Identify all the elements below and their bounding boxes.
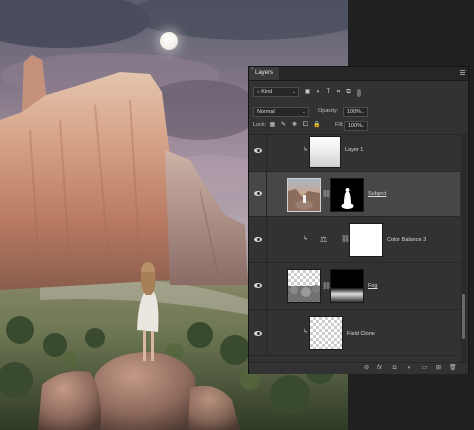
tab-layers-label: Layers bbox=[255, 70, 274, 76]
lock-image-icon[interactable]: ✎ bbox=[280, 122, 287, 129]
add-mask-icon[interactable]: ◘ bbox=[391, 365, 398, 372]
fill-label: Fill: bbox=[335, 122, 344, 128]
opacity-field[interactable]: 100% ⌄ bbox=[343, 107, 368, 117]
color-balance-adjustment-icon: ⚖ bbox=[320, 235, 328, 244]
lock-transparent-icon[interactable]: ▦ bbox=[269, 122, 276, 129]
layers-scrollbar[interactable] bbox=[461, 134, 466, 362]
delete-icon[interactable]: 🗑 bbox=[449, 365, 457, 372]
clipping-arrow-icon: ↳ bbox=[303, 329, 309, 335]
link-layers-icon[interactable]: ⊖ bbox=[363, 365, 370, 372]
moon bbox=[160, 32, 178, 50]
eye-icon[interactable] bbox=[254, 283, 263, 289]
layer-row-fog[interactable]: ⛓ Fog bbox=[249, 263, 460, 310]
layer-name[interactable]: Color Balance 3 bbox=[387, 237, 426, 243]
fog-mask-art bbox=[331, 270, 363, 302]
layers-panel[interactable]: × Layers ⌕ Kind ⌄ ▣ ◑ T ⌗ ⧉ Normal ⌄ Opa… bbox=[248, 66, 469, 374]
adjustment-layer-icon[interactable]: ◐ bbox=[406, 365, 413, 372]
chevron-down-icon: ⌄ bbox=[291, 89, 296, 95]
filter-toggle[interactable] bbox=[357, 89, 361, 97]
layer-row-layer-1[interactable]: ↳ Layer 1 bbox=[249, 134, 460, 172]
clipping-arrow-icon: ↳ bbox=[303, 147, 309, 153]
blend-mode-value: Normal bbox=[257, 109, 275, 115]
chevron-down-icon: ⌄ bbox=[360, 109, 365, 115]
eye-icon[interactable] bbox=[254, 331, 263, 337]
new-layer-icon[interactable]: ⊞ bbox=[435, 365, 442, 372]
subject-thumb-art bbox=[288, 189, 320, 211]
layers-footer: ⊖ fx ◘ ◐ ▭ ⊞ 🗑 bbox=[249, 362, 468, 374]
lock-artboard-icon[interactable]: ⧠ bbox=[302, 122, 309, 129]
smart-object-filter-icon[interactable]: ⧉ bbox=[345, 89, 352, 96]
blend-row: Normal ⌄ Opacity: 100% ⌄ bbox=[249, 106, 468, 117]
layer-row-color-balance-3[interactable]: ↳ ⚖ ⛓ Color Balance 3 bbox=[249, 217, 460, 263]
clipping-arrow-icon: ↳ bbox=[303, 236, 309, 242]
tab-layers[interactable]: × Layers bbox=[249, 66, 280, 80]
layer-thumbnail bbox=[309, 316, 343, 350]
eye-icon[interactable] bbox=[254, 148, 263, 154]
layers-list[interactable]: ↳ Layer 1 ⛓ Subject ↳ ⚖ ⛓ Color Balance … bbox=[249, 134, 460, 362]
layer-name[interactable]: Fog bbox=[368, 283, 377, 289]
panel-tab-bar: × Layers bbox=[249, 66, 468, 81]
lock-position-icon[interactable]: ✥ bbox=[291, 122, 298, 129]
divider bbox=[266, 310, 267, 356]
chevron-down-icon: ⌄ bbox=[301, 109, 306, 115]
tab-close-icon[interactable]: × bbox=[251, 66, 254, 72]
divider bbox=[266, 172, 267, 217]
group-icon[interactable]: ▭ bbox=[421, 365, 428, 372]
divider bbox=[266, 263, 267, 310]
lock-all-icon[interactable]: 🔒 bbox=[313, 122, 320, 129]
layer-name[interactable]: Field Clone bbox=[347, 331, 375, 337]
chevron-down-icon: ⌄ bbox=[360, 123, 365, 129]
adjustment-filter-icon[interactable]: ◑ bbox=[314, 89, 321, 96]
eye-icon[interactable] bbox=[254, 191, 263, 197]
filter-row: ⌕ Kind ⌄ ▣ ◑ T ⌗ ⧉ bbox=[249, 86, 468, 97]
layer-mask-thumbnail[interactable] bbox=[330, 178, 364, 212]
opacity-value: 100% bbox=[347, 109, 362, 115]
fill-field[interactable]: 100% ⌄ bbox=[344, 121, 368, 131]
image-filter-icon[interactable]: ▣ bbox=[304, 89, 311, 96]
layer-mask-thumbnail[interactable] bbox=[349, 223, 383, 257]
layer-thumbnail bbox=[287, 178, 321, 212]
type-filter-icon[interactable]: T bbox=[325, 89, 332, 96]
layer-style-icon[interactable]: fx bbox=[376, 365, 383, 372]
layer-row-subject[interactable]: ⛓ Subject bbox=[249, 172, 460, 217]
opacity-label: Opacity: bbox=[318, 108, 339, 114]
eye-icon[interactable] bbox=[254, 237, 263, 243]
shape-filter-icon[interactable]: ⌗ bbox=[335, 89, 342, 96]
layer-name[interactable]: Subject bbox=[368, 191, 386, 197]
panel-menu-icon[interactable] bbox=[460, 70, 465, 77]
fog-thumb-art bbox=[288, 285, 320, 302]
scrollbar-thumb[interactable] bbox=[462, 294, 465, 339]
lock-label: Lock: bbox=[253, 122, 267, 128]
layer-name[interactable]: Layer 1 bbox=[345, 147, 363, 153]
divider bbox=[266, 217, 267, 263]
filter-kind-select[interactable]: ⌕ Kind ⌄ bbox=[253, 87, 299, 97]
filter-kind-label: Kind bbox=[261, 89, 273, 95]
divider bbox=[266, 134, 267, 172]
layer-row-field-clone[interactable]: ↳ Field Clone bbox=[249, 310, 460, 356]
mask-art bbox=[341, 188, 354, 209]
layer-mask-thumbnail[interactable] bbox=[330, 269, 364, 303]
layer-thumbnail bbox=[309, 136, 341, 168]
layer-thumbnail bbox=[287, 269, 321, 303]
lock-row: Lock: ▦ ✎ ✥ ⧠ 🔒 Fill: 100% ⌄ bbox=[249, 121, 468, 132]
blend-mode-select[interactable]: Normal ⌄ bbox=[253, 107, 309, 117]
